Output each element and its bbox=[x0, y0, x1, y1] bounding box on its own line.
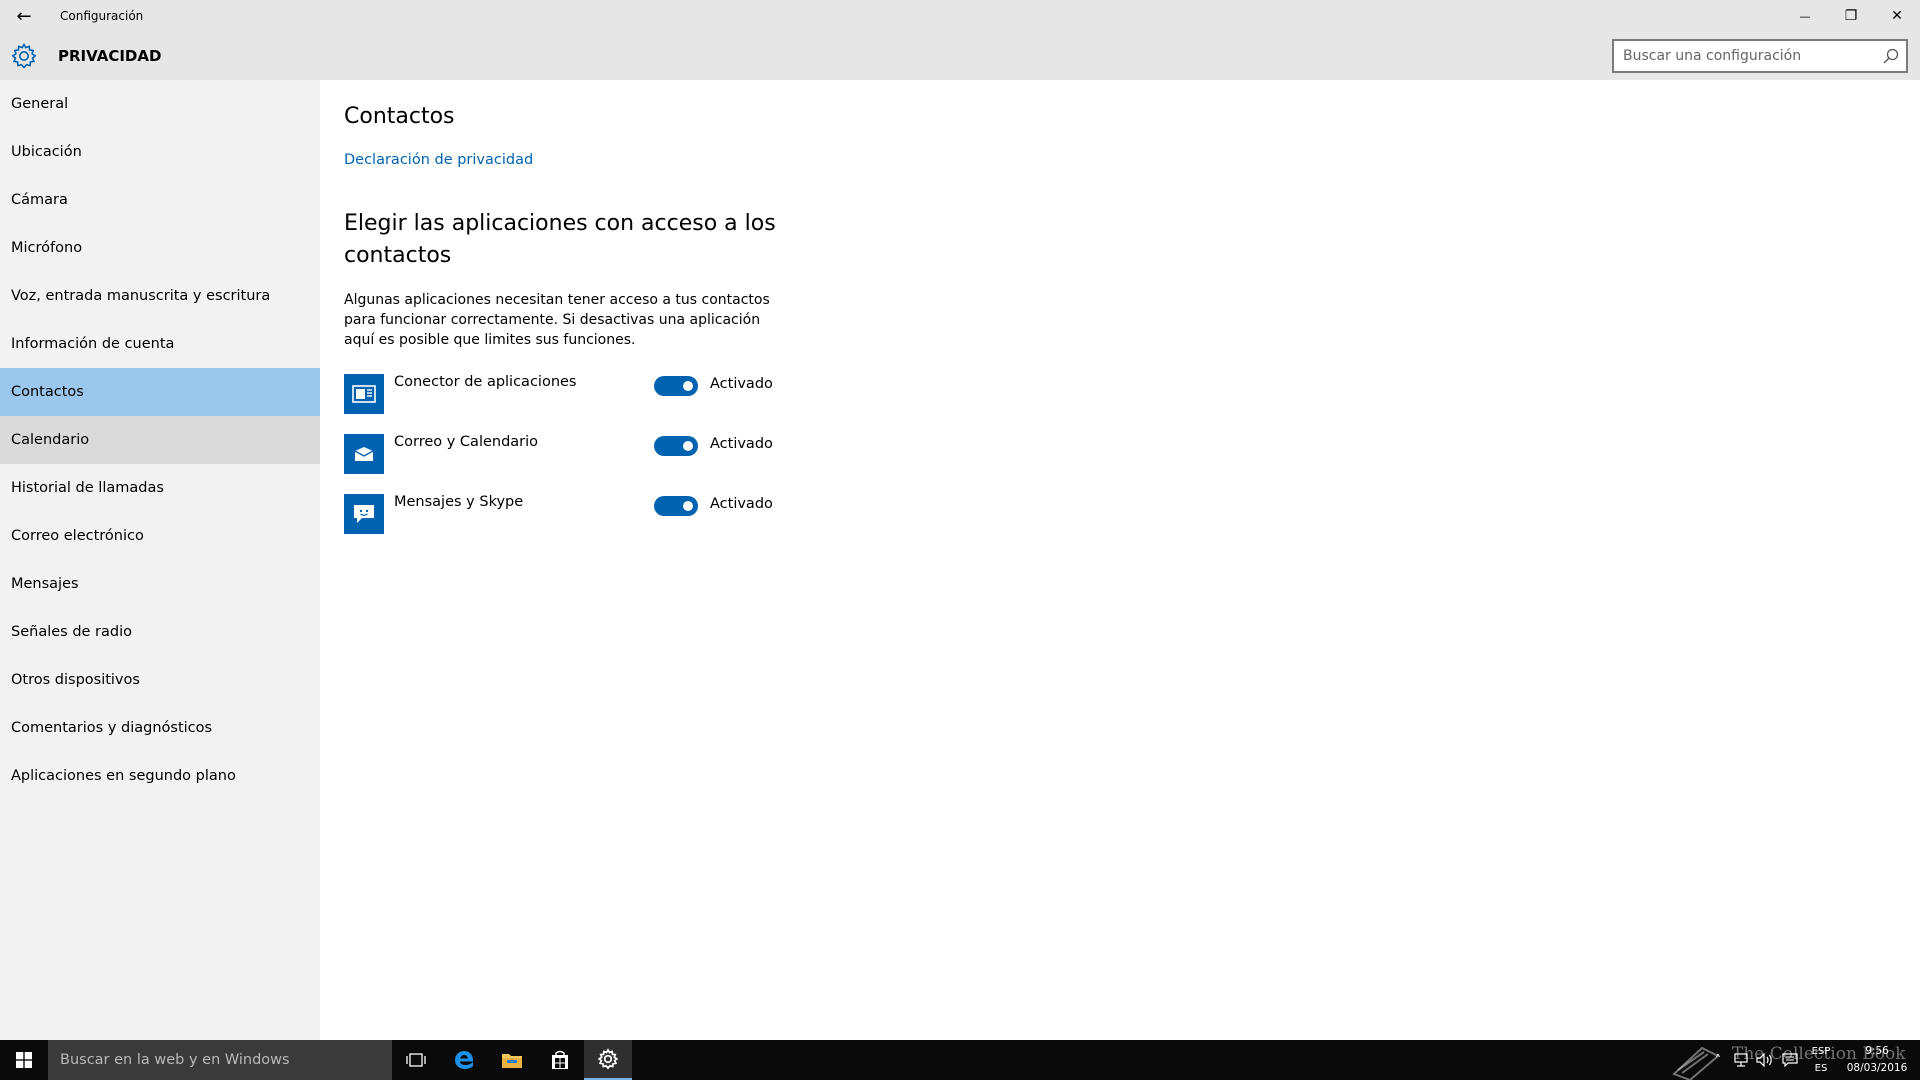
sidebar-item-camara[interactable]: Cámara bbox=[0, 176, 320, 224]
close-button[interactable]: ✕ bbox=[1874, 0, 1920, 32]
back-arrow-icon: ← bbox=[16, 5, 32, 27]
action-center-button[interactable] bbox=[1778, 1040, 1802, 1080]
taskbar-search-box[interactable]: Buscar en la web y en Windows bbox=[48, 1040, 392, 1080]
page-category-title: PRIVACIDAD bbox=[58, 47, 162, 65]
sidebar-item-informacion-cuenta[interactable]: Información de cuenta bbox=[0, 320, 320, 368]
minimize-icon: — bbox=[1799, 9, 1811, 23]
app-name: Conector de aplicaciones bbox=[394, 374, 577, 390]
title-bar: ← Configuración — ❐ ✕ bbox=[0, 0, 1920, 32]
store-icon bbox=[552, 1050, 568, 1069]
toggle-knob bbox=[683, 381, 693, 391]
toggle-knob bbox=[683, 501, 693, 511]
settings-taskbar-button[interactable] bbox=[584, 1040, 632, 1080]
settings-search-box[interactable] bbox=[1612, 39, 1908, 73]
toggle-switch-conector[interactable] bbox=[654, 376, 698, 396]
task-view-icon bbox=[406, 1053, 426, 1067]
sidebar-item-correo[interactable]: Correo electrónico bbox=[0, 512, 320, 560]
toggle-knob bbox=[683, 441, 693, 451]
taskbar: Buscar en la web y en Windows The Collec… bbox=[0, 1040, 1920, 1080]
taskbar-search-placeholder: Buscar en la web y en Windows bbox=[60, 1052, 290, 1068]
network-icon bbox=[1734, 1053, 1748, 1067]
sidebar-item-otros-dispositivos[interactable]: Otros dispositivos bbox=[0, 656, 320, 704]
chevron-up-icon: ˄ bbox=[1715, 1053, 1721, 1067]
system-clock[interactable]: 9:56 08/03/2016 bbox=[1838, 1043, 1916, 1077]
show-hidden-icons-button[interactable]: ˄ bbox=[1710, 1040, 1726, 1080]
language-sub-code: ES bbox=[1814, 1063, 1828, 1074]
app-row-mensajes: Mensajes y Skype Activado bbox=[344, 494, 904, 538]
sidebar-item-voz[interactable]: Voz, entrada manuscrita y escritura bbox=[0, 272, 320, 320]
toggle-state-label: Activado bbox=[710, 496, 773, 512]
sidebar-item-ubicacion[interactable]: Ubicación bbox=[0, 128, 320, 176]
clock-time: 9:56 bbox=[1865, 1045, 1889, 1057]
section-title: Elegir las aplicaciones con acceso a los… bbox=[344, 211, 776, 268]
sidebar-item-mensajes[interactable]: Mensajes bbox=[0, 560, 320, 608]
sidebar-item-comentarios[interactable]: Comentarios y diagnósticos bbox=[0, 704, 320, 752]
page-title: Contactos bbox=[344, 104, 455, 129]
sidebar-item-senales-radio[interactable]: Señales de radio bbox=[0, 608, 320, 656]
speaker-icon bbox=[1756, 1052, 1772, 1068]
sidebar-item-contactos[interactable]: Contactos bbox=[0, 368, 320, 416]
app-name: Correo y Calendario bbox=[394, 434, 539, 450]
edge-browser-button[interactable] bbox=[440, 1040, 488, 1080]
folder-icon bbox=[502, 1054, 522, 1068]
section-description: Algunas aplicaciones necesitan tener acc… bbox=[344, 292, 770, 348]
sidebar-item-microfono[interactable]: Micrófono bbox=[0, 224, 320, 272]
app-name: Mensajes y Skype bbox=[394, 494, 524, 510]
language-code: ESP bbox=[1811, 1046, 1831, 1057]
content-pane: Contactos Declaración de privacidad Eleg… bbox=[320, 80, 1920, 1040]
sidebar-item-segundo-plano[interactable]: Aplicaciones en segundo plano bbox=[0, 752, 320, 800]
back-button[interactable]: ← bbox=[0, 0, 48, 32]
edge-icon bbox=[455, 1051, 474, 1069]
input-language-indicator[interactable]: ESP ES bbox=[1806, 1043, 1836, 1077]
notification-icon bbox=[1782, 1053, 1798, 1068]
mail-icon bbox=[344, 434, 384, 474]
gear-icon bbox=[11, 42, 37, 69]
sidebar-item-general[interactable]: General bbox=[0, 80, 320, 128]
windows-logo-icon bbox=[16, 1052, 32, 1068]
clock-date: 08/03/2016 bbox=[1846, 1062, 1908, 1074]
close-icon: ✕ bbox=[1891, 8, 1903, 24]
privacy-statement-link[interactable]: Declaración de privacidad bbox=[344, 152, 533, 168]
toggle-state-label: Activado bbox=[710, 376, 773, 392]
messaging-icon bbox=[344, 494, 384, 534]
app-row-conector: Conector de aplicaciones Activado bbox=[344, 374, 904, 418]
settings-header: PRIVACIDAD bbox=[0, 32, 1920, 80]
gear-icon bbox=[597, 1048, 619, 1070]
app-connector-icon bbox=[344, 374, 384, 414]
restore-icon: ❐ bbox=[1844, 8, 1858, 24]
app-row-correo: Correo y Calendario Activado bbox=[344, 434, 904, 478]
window-title: Configuración bbox=[60, 9, 144, 23]
maximize-button[interactable]: ❐ bbox=[1828, 0, 1874, 32]
file-explorer-button[interactable] bbox=[488, 1040, 536, 1080]
start-button[interactable] bbox=[0, 1040, 48, 1080]
minimize-button[interactable]: — bbox=[1782, 0, 1828, 32]
store-button[interactable] bbox=[536, 1040, 584, 1080]
network-tray-button[interactable] bbox=[1730, 1040, 1752, 1080]
task-view-button[interactable] bbox=[392, 1040, 440, 1080]
toggle-state-label: Activado bbox=[710, 436, 773, 452]
sidebar-item-historial-llamadas[interactable]: Historial de llamadas bbox=[0, 464, 320, 512]
sidebar-item-calendario[interactable]: Calendario bbox=[0, 416, 320, 464]
toggle-switch-correo[interactable] bbox=[654, 436, 698, 456]
settings-search-input[interactable] bbox=[1614, 41, 1874, 71]
volume-tray-button[interactable] bbox=[1754, 1040, 1776, 1080]
sidebar: General Ubicación Cámara Micrófono Voz, … bbox=[0, 80, 320, 1040]
toggle-switch-mensajes[interactable] bbox=[654, 496, 698, 516]
search-icon[interactable] bbox=[1882, 47, 1900, 65]
